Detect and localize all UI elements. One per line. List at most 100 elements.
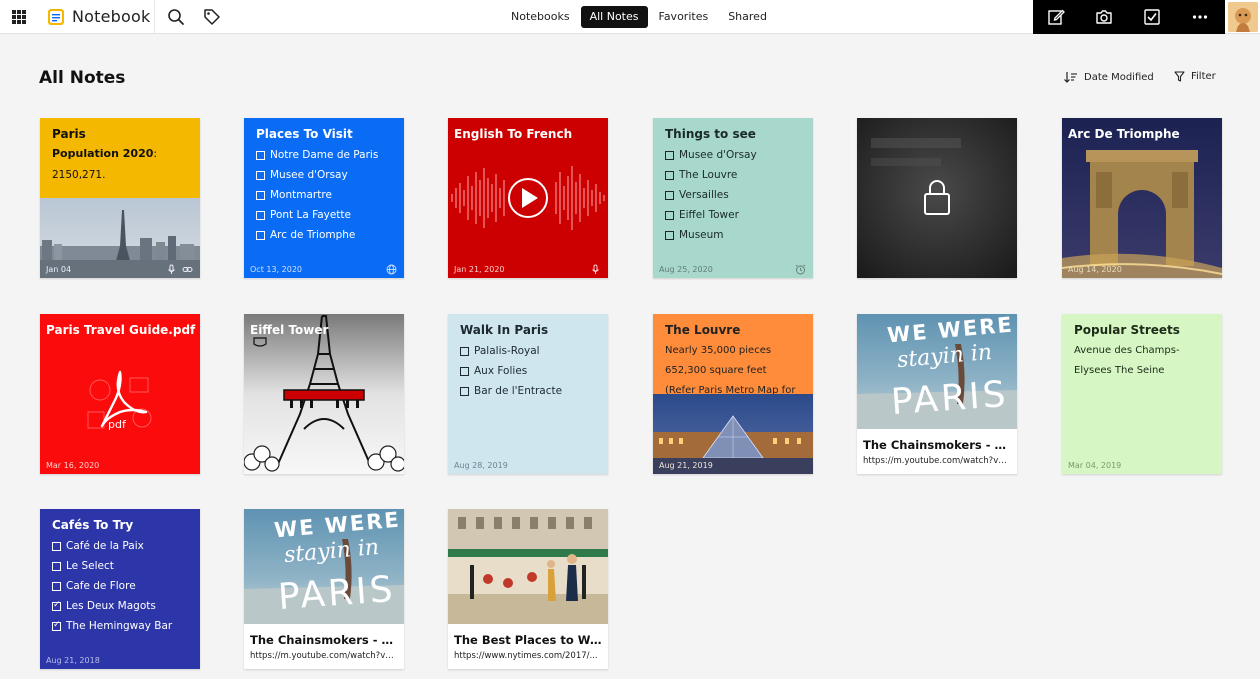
checklist-label: Montmartre (270, 189, 332, 201)
checklist-label: Versailles (679, 189, 729, 201)
note-card-web-link[interactable]: The Best Places to Wal... https://www.ny… (448, 509, 608, 669)
link-url[interactable]: https://m.youtube.com/watch?v=... (863, 456, 1013, 466)
checklist-item[interactable]: Musee d'Orsay (256, 165, 378, 185)
note-card-cafes-to-try[interactable]: Cafés To Try Café de la Paix Le Select C… (40, 509, 200, 669)
arc-de-triomphe-image (1062, 118, 1222, 278)
top-bar: Notebook Notebooks All Notes Favorites S… (0, 0, 1260, 34)
checkbox[interactable] (52, 561, 61, 571)
checklist-item[interactable]: Bar de l'Entracte (460, 381, 562, 401)
note-card-things-to-see[interactable]: Things to see Musee d'Orsay The Louvre V… (653, 118, 813, 278)
note-card-popular-streets[interactable]: Popular Streets Avenue des Champs- Elyse… (1062, 314, 1222, 474)
checkbox[interactable] (665, 150, 674, 160)
sort-icon (1064, 72, 1077, 83)
tag-icon[interactable] (203, 8, 221, 26)
note-title: Eiffel Tower (250, 323, 329, 337)
tab-favorites[interactable]: Favorites (650, 6, 718, 28)
link-url[interactable]: https://m.youtube.com/watch?v=... (250, 651, 400, 661)
note-title: Paris (52, 127, 86, 141)
checklist-label: Museum (679, 229, 724, 241)
checkbox[interactable] (665, 190, 674, 200)
note-card-places-to-visit[interactable]: Places To Visit Notre Dame de Paris Muse… (244, 118, 404, 278)
checklist-item[interactable]: Arc de Triomphe (256, 225, 378, 245)
note-date: Jan 21, 2020 (454, 265, 505, 274)
checklist-item[interactable]: Le Select (52, 556, 172, 576)
checklist-label: The Hemingway Bar (66, 620, 173, 632)
checkbox[interactable] (52, 541, 61, 551)
note-card-the-louvre[interactable]: The Louvre Nearly 35,000 pieces 652,300 … (653, 314, 813, 474)
checklist-item[interactable]: Les Deux Magots (52, 596, 172, 616)
filter-label: Filter (1191, 71, 1216, 82)
checklist: Notre Dame de Paris Musee d'Orsay Montma… (256, 145, 378, 245)
alarm-clock-icon (795, 264, 806, 275)
checklist-item[interactable]: Versailles (665, 185, 757, 205)
note-card-english-to-french[interactable]: English To French Jan 21, 2020 (448, 118, 608, 278)
checklist-item[interactable]: The Louvre (665, 165, 757, 185)
checkbox[interactable] (665, 230, 674, 240)
checklist-item[interactable]: Aux Folies (460, 361, 562, 381)
checklist-label: Les Deux Magots (66, 600, 156, 612)
checkbox[interactable] (460, 366, 469, 376)
checklist-item[interactable]: Pont La Fayette (256, 205, 378, 225)
checklist-label: Le Select (66, 560, 114, 572)
filter-button[interactable]: Filter (1174, 71, 1216, 82)
checklist-item[interactable]: Musee d'Orsay (665, 145, 757, 165)
tab-notebooks[interactable]: Notebooks (502, 6, 579, 28)
tab-all-notes[interactable]: All Notes (580, 6, 648, 28)
link-url[interactable]: https://www.nytimes.com/2017/... (454, 651, 604, 661)
checkbox[interactable] (665, 210, 674, 220)
note-card-paris-travel-guide-pdf[interactable]: Paris Travel Guide.pdf pdf Mar 16, 2020 (40, 314, 200, 474)
note-date: Oct 13, 2020 (250, 265, 302, 274)
note-card-youtube-link[interactable]: WE WERE stayin in PARIS The Chainsmokers… (857, 314, 1017, 474)
checklist-item[interactable]: The Hemingway Bar (52, 616, 172, 636)
thumbnail-text: PARIS (276, 568, 397, 619)
checkbox[interactable] (52, 581, 61, 591)
link-title: The Chainsmokers - Pa... (250, 633, 400, 647)
checkbox-checked[interactable] (52, 599, 61, 611)
checklist-item[interactable]: Montmartre (256, 185, 378, 205)
checklist-item[interactable]: Cafe de Flore (52, 576, 172, 596)
checklist-label: Palalis-Royal (474, 345, 540, 357)
sort-button[interactable]: Date Modified (1064, 71, 1154, 83)
lock-icon (924, 180, 950, 215)
note-title: Popular Streets (1074, 323, 1180, 337)
camera-icon[interactable] (1095, 8, 1113, 26)
more-icon[interactable] (1191, 8, 1209, 26)
note-card-locked[interactable] (857, 118, 1017, 278)
checklist-item[interactable]: Palalis-Royal (460, 341, 562, 361)
note-date: Aug 21, 2018 (46, 656, 100, 665)
checklist-item[interactable]: Notre Dame de Paris (256, 145, 378, 165)
video-thumbnail: WE WERE stayin in PARIS (857, 314, 1017, 429)
app-grid-icon[interactable] (12, 10, 26, 24)
checkbox[interactable] (460, 386, 469, 396)
note-card-arc-de-triomphe[interactable]: Arc De Triomphe Aug 14, 2020 (1062, 118, 1222, 278)
search-icon[interactable] (167, 8, 185, 26)
checklist-item[interactable]: Eiffel Tower (665, 205, 757, 225)
checkbox-checked[interactable] (52, 619, 61, 631)
checklist-item[interactable]: Café de la Paix (52, 536, 172, 556)
note-text: Avenue des Champs- (1074, 345, 1180, 356)
note-card-walk-in-paris[interactable]: Walk In Paris Palalis-Royal Aux Folies B… (448, 314, 608, 474)
checkbox[interactable] (256, 170, 265, 180)
checklist-label: Arc de Triomphe (270, 229, 356, 241)
note-body: Avenue des Champs- Elysees The Seine (1074, 341, 1180, 381)
compose-icon[interactable] (1047, 8, 1065, 26)
checkbox[interactable] (256, 150, 265, 160)
note-card-paris[interactable]: Paris Population 2020: 2150,271. Jan 04 (40, 118, 200, 278)
note-card-eiffel-tower[interactable]: Eiffel Tower (244, 314, 404, 474)
note-text: Population 2020: (52, 147, 157, 160)
checklist-item[interactable]: Museum (665, 225, 757, 245)
note-card-youtube-link[interactable]: WE WERE stayin in PARIS The Chainsmokers… (244, 509, 404, 669)
checkbox[interactable] (256, 230, 265, 240)
checkbox[interactable] (256, 190, 265, 200)
eiffel-tower-sketch-image (244, 314, 404, 474)
tab-shared[interactable]: Shared (719, 6, 776, 28)
checkbox[interactable] (256, 210, 265, 220)
checkbox[interactable] (665, 170, 674, 180)
checkbox-icon[interactable] (1143, 8, 1161, 26)
checklist: Café de la Paix Le Select Cafe de Flore … (52, 536, 172, 636)
divider (154, 0, 155, 34)
checklist-label: Café de la Paix (66, 540, 144, 552)
checkbox[interactable] (460, 346, 469, 356)
article-thumbnail (448, 509, 608, 624)
user-avatar[interactable] (1228, 2, 1258, 32)
